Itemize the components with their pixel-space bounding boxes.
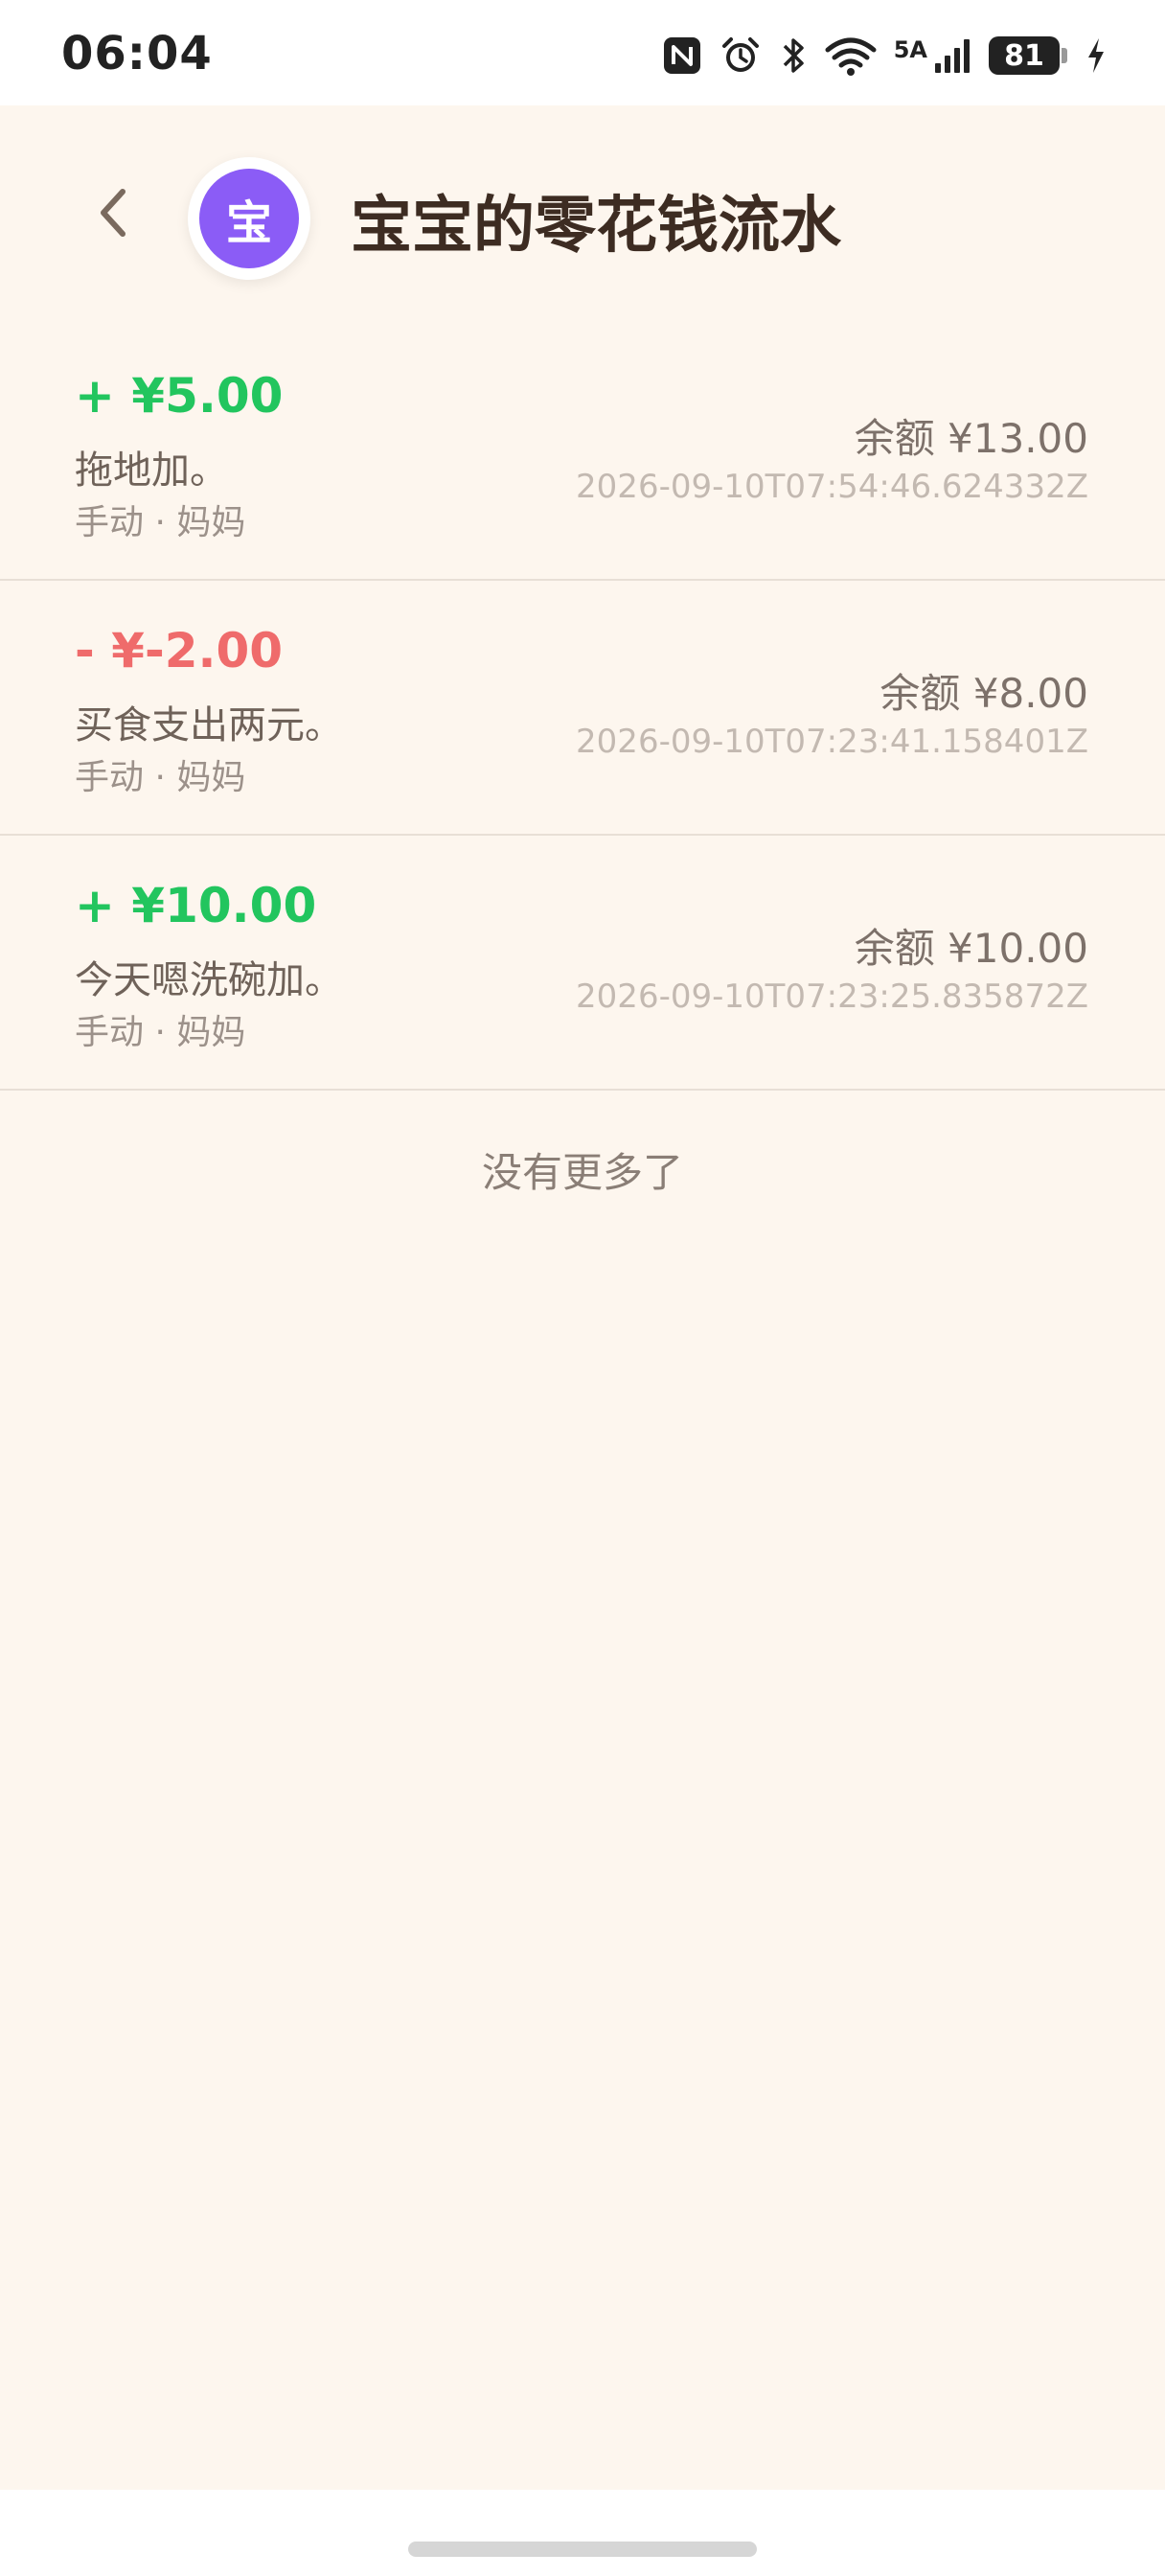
transaction-list: + ¥5.00 拖地加。 手动 · 妈妈 余额 ¥13.00 2026-09-1… [0,326,1165,1091]
battery-level: 81 [989,36,1060,75]
transaction-balance: 余额 ¥10.00 [854,925,1088,972]
no-more-text: 没有更多了 [481,1149,683,1196]
battery-tip [1062,48,1067,63]
header: 宝 宝宝的零花钱流水 [0,105,1165,326]
chevron-left-icon [101,189,126,237]
transaction-meta: 手动 · 妈妈 [75,1013,246,1052]
transaction-note: 拖地加。 [75,448,228,493]
status-bar: 06:04 5A 81 [0,0,1165,105]
transaction-note: 买食支出两元。 [75,703,343,748]
charging-icon [1088,38,1104,73]
transaction-timestamp: 2026-09-10T07:54:46.624332Z [576,468,1088,506]
wifi-icon [825,37,877,76]
home-indicator[interactable] [408,2542,757,2557]
status-time: 06:04 [61,27,213,80]
transaction-row[interactable]: - ¥-2.00 买食支出两元。 手动 · 妈妈 余额 ¥8.00 2026-0… [0,581,1165,836]
transaction-timestamp: 2026-09-10T07:23:41.158401Z [576,723,1088,761]
bluetooth-icon [783,38,804,73]
alarm-icon [721,37,759,72]
transaction-amount: + ¥5.00 [75,368,284,424]
transaction-row[interactable]: + ¥10.00 今天嗯洗碗加。 手动 · 妈妈 余额 ¥10.00 2026-… [0,836,1165,1091]
page-title: 宝宝的零花钱流水 [351,191,841,262]
transaction-amount: + ¥10.00 [75,878,317,933]
transaction-balance: 余额 ¥13.00 [854,415,1088,462]
network-type: 5A [893,36,927,63]
signal-icon [935,39,970,73]
transaction-note: 今天嗯洗碗加。 [75,958,343,1002]
transaction-balance: 余额 ¥8.00 [879,670,1088,717]
status-icons: 5A 81 [662,29,1108,82]
navigation-bar [0,2490,1165,2576]
avatar-initial: 宝 [199,169,299,268]
transaction-row[interactable]: + ¥5.00 拖地加。 手动 · 妈妈 余额 ¥13.00 2026-09-1… [0,326,1165,581]
back-button[interactable] [82,182,144,243]
avatar: 宝 [188,157,310,280]
battery: 81 [989,36,1067,75]
transaction-meta: 手动 · 妈妈 [75,503,246,542]
signal-indicator: 5A [894,36,971,75]
transaction-amount: - ¥-2.00 [75,623,284,678]
transaction-timestamp: 2026-09-10T07:23:25.835872Z [576,978,1088,1016]
transaction-meta: 手动 · 妈妈 [75,758,246,797]
nfc-icon [663,37,700,74]
